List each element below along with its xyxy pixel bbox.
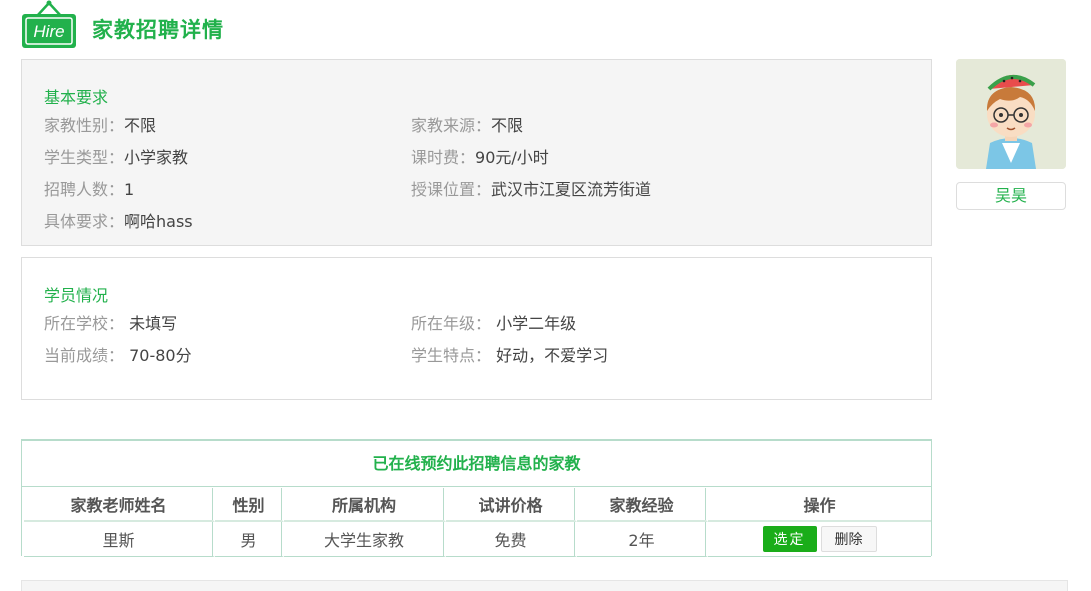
table-header-row: 家教老师姓名 性别 所属机构 试讲价格 家教经验 操作 (24, 488, 931, 522)
footer-panel (21, 580, 1068, 591)
student-info-heading: 学员情况 (44, 286, 109, 305)
cell-tutor-name: 里斯 (24, 522, 215, 557)
field-tutor-source: 家教来源：不限 (411, 116, 524, 135)
column-header-actions: 操作 (708, 488, 931, 522)
field-school: 所在学校： 未填写 (44, 314, 178, 333)
cell-actions: 选定 删除 (708, 522, 931, 557)
basic-requirements-panel: 基本要求 家教性别：不限 家教来源：不限 学生类型：小学家教 课时费：90元/小… (21, 59, 932, 246)
column-header-experience: 家教经验 (577, 488, 708, 522)
field-teaching-location: 授课位置：武汉市江夏区流芳街道 (411, 180, 652, 199)
field-specific-requirements: 具体要求：啊哈hass (44, 212, 193, 231)
field-grade: 所在年级： 小学二年级 (411, 314, 577, 333)
column-header-tutor-name: 家教老师姓名 (24, 488, 215, 522)
field-current-score: 当前成绩： 70-80分 (44, 346, 192, 365)
svg-text:Hire: Hire (33, 22, 64, 41)
basic-requirements-heading: 基本要求 (44, 88, 109, 107)
cell-experience: 2年 (577, 522, 708, 557)
hire-logo: Hire (20, 0, 78, 50)
field-hourly-fee: 课时费：90元/小时 (411, 148, 549, 167)
avatar[interactable] (956, 59, 1066, 169)
student-info-panel: 学员情况 所在学校： 未填写 所在年级： 小学二年级 当前成绩： 70-80分 … (21, 257, 932, 400)
select-button[interactable]: 选定 (762, 526, 817, 552)
booked-tutors-title: 已在线预约此招聘信息的家教 (22, 441, 931, 487)
booked-tutors-section: 已在线预约此招聘信息的家教 家教老师姓名 性别 所属机构 试讲价格 家教经验 操… (21, 439, 932, 557)
page: Hire 家教招聘详情 基本要求 家教性别：不限 家教来源：不限 学生类型：小学… (0, 0, 1091, 591)
table-row: 里斯 男 大学生家教 免费 2年 选定 删除 (24, 522, 931, 557)
profile-name[interactable]: 吴昊 (956, 182, 1066, 210)
column-header-trial-price: 试讲价格 (446, 488, 577, 522)
delete-button[interactable]: 删除 (820, 526, 877, 552)
column-header-organization: 所属机构 (284, 488, 446, 522)
field-hire-count: 招聘人数：1 (44, 180, 135, 199)
cell-trial-price: 免费 (446, 522, 577, 557)
column-header-gender: 性别 (215, 488, 284, 522)
field-tutor-gender: 家教性别：不限 (44, 116, 157, 135)
avatar-illustration (956, 59, 1066, 169)
field-student-traits: 学生特点： 好动，不爱学习 (411, 346, 609, 365)
cell-gender: 男 (215, 522, 284, 557)
page-header: Hire 家教招聘详情 (20, 0, 420, 56)
field-student-type: 学生类型：小学家教 (44, 148, 189, 167)
page-title: 家教招聘详情 (92, 18, 224, 42)
booked-tutors-table: 家教老师姓名 性别 所属机构 试讲价格 家教经验 操作 里斯 男 大学生家教 免… (24, 488, 931, 557)
cell-organization: 大学生家教 (284, 522, 446, 557)
